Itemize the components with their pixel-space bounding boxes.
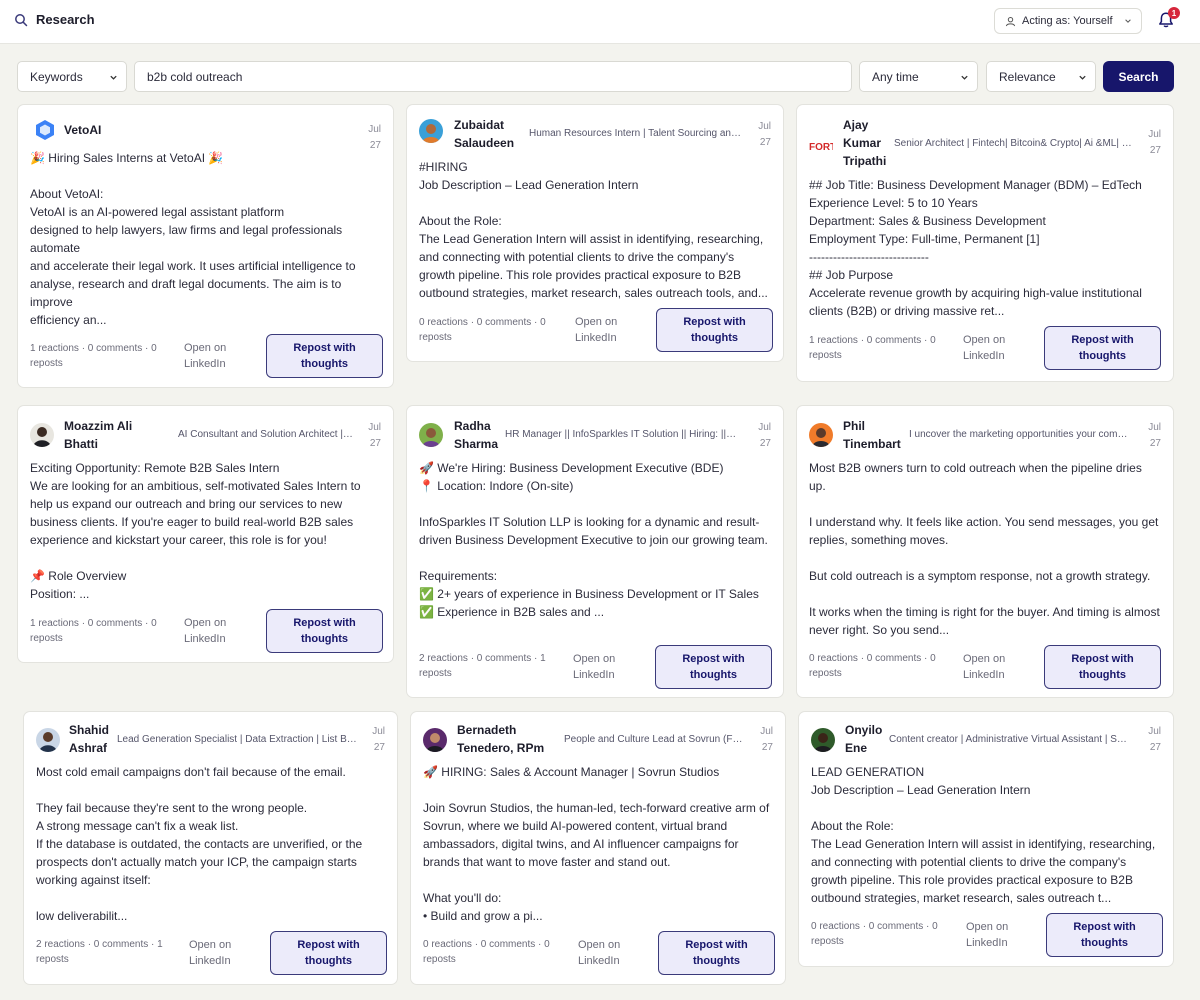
post-card: VetoAI Jul 27 🎉 Hiring Sales Interns at … xyxy=(17,104,394,388)
author-headline: Senior Architect | Fintech| Bitcoin& Cry… xyxy=(894,138,1132,149)
post-body: Most cold email campaigns don't fail bec… xyxy=(36,765,363,923)
open-on-linkedin-link[interactable]: Open on LinkedIn xyxy=(578,937,640,969)
post-body: Exciting Opportunity: Remote B2B Sales I… xyxy=(30,461,361,601)
fort-logo-icon: FORT xyxy=(809,133,833,157)
repost-with-thoughts-button[interactable]: Repost with thoughts xyxy=(266,609,383,653)
post-card: Shahid Ashraf Lead Generation Specialist… xyxy=(23,711,398,985)
search-type-select[interactable]: Keywords xyxy=(17,61,127,92)
user-icon xyxy=(1005,16,1016,26)
post-body: LEAD GENERATION Job Description – Lead G… xyxy=(811,765,1156,905)
search-type-value: Keywords xyxy=(30,69,83,84)
search-icon xyxy=(15,14,28,27)
author-name[interactable]: Phil Tinembart xyxy=(843,417,907,453)
post-date: Jul 27 xyxy=(1148,129,1161,156)
post-card: Radha Sharma HR Manager || InfoSparkles … xyxy=(406,405,784,698)
repost-with-thoughts-button[interactable]: Repost with thoughts xyxy=(655,645,772,689)
author-name[interactable]: Shahid Ashraf xyxy=(69,721,117,757)
post-card: Moazzim Ali Bhatti AI Consultant and Sol… xyxy=(17,405,394,663)
post-stats: 0 reactions · 0 comments · 0 reposts xyxy=(423,939,550,965)
author-headline: Lead Generation Specialist | Data Extrac… xyxy=(117,734,357,745)
hexagon-logo-icon xyxy=(34,119,56,141)
search-button[interactable]: Search xyxy=(1103,61,1174,92)
post-stats: 2 reactions · 0 comments · 1 reposts xyxy=(419,653,546,679)
post-stats: 2 reactions · 0 comments · 1 reposts xyxy=(36,939,163,965)
post-stats: 0 reactions · 0 comments · 0 reposts xyxy=(419,317,546,343)
avatar xyxy=(809,423,833,447)
post-date: Jul 27 xyxy=(368,422,381,449)
repost-with-thoughts-button[interactable]: Repost with thoughts xyxy=(1046,913,1163,957)
author-name[interactable]: Moazzim Ali Bhatti xyxy=(64,417,150,453)
avatar xyxy=(811,728,835,752)
post-date: Jul 27 xyxy=(758,121,771,148)
avatar xyxy=(423,728,447,752)
open-on-linkedin-link[interactable]: Open on LinkedIn xyxy=(963,332,1025,364)
post-stats: 1 reactions · 0 comments · 0 reposts xyxy=(809,335,936,361)
chevron-down-icon xyxy=(110,75,117,80)
post-date: Jul 27 xyxy=(372,726,385,753)
author-headline: I uncover the marketing opportunities yo… xyxy=(909,429,1131,440)
author-name[interactable]: Bernadeth Tenedero, RPm xyxy=(457,721,557,757)
post-stats: 0 reactions · 0 comments · 0 reposts xyxy=(811,921,938,947)
page-title: Research xyxy=(36,12,95,27)
author-headline: Content creator | Administrative Virtual… xyxy=(889,734,1132,745)
author-headline: Human Resources Intern | Talent Sourcing… xyxy=(529,128,741,139)
author-headline: People and Culture Lead at Sovrun (Forme… xyxy=(564,734,744,745)
sort-select[interactable]: Relevance xyxy=(986,61,1096,92)
post-card: Zubaidat Salaudeen Human Resources Inter… xyxy=(406,104,784,362)
open-on-linkedin-link[interactable]: Open on LinkedIn xyxy=(966,919,1028,951)
post-body: 🚀 HIRING: Sales & Account Manager | Sovr… xyxy=(423,765,770,923)
chevron-down-icon xyxy=(1125,19,1131,23)
sort-value: Relevance xyxy=(999,69,1056,84)
author-name[interactable]: Onyilo Ene xyxy=(845,721,891,757)
open-on-linkedin-link[interactable]: Open on LinkedIn xyxy=(573,651,635,683)
svg-text:FORT: FORT xyxy=(809,142,833,153)
post-body: 🚀 We're Hiring: Business Development Exe… xyxy=(419,461,768,619)
chevron-down-icon xyxy=(961,75,968,80)
notification-badge: 1 xyxy=(1168,7,1180,19)
repost-with-thoughts-button[interactable]: Repost with thoughts xyxy=(270,931,387,975)
open-on-linkedin-link[interactable]: Open on LinkedIn xyxy=(963,651,1025,683)
author-headline: HR Manager || InfoSparkles IT Solution |… xyxy=(505,429,741,440)
open-on-linkedin-link[interactable]: Open on LinkedIn xyxy=(184,340,246,372)
post-date: Jul 27 xyxy=(760,726,773,753)
post-card: FORT Ajay Kumar Tripathi Senior Architec… xyxy=(796,104,1174,382)
open-on-linkedin-link[interactable]: Open on LinkedIn xyxy=(189,937,251,969)
post-body: 🎉 Hiring Sales Interns at VetoAI 🎉 About… xyxy=(30,151,356,327)
repost-with-thoughts-button[interactable]: Repost with thoughts xyxy=(658,931,775,975)
top-bar: Research Acting as: Yourself 1 xyxy=(0,0,1200,44)
avatar xyxy=(30,423,54,447)
post-date: Jul 27 xyxy=(1148,422,1161,449)
post-body: ## Job Title: Business Development Manag… xyxy=(809,178,1142,318)
post-stats: 1 reactions · 0 comments · 0 reposts xyxy=(30,343,157,369)
repost-with-thoughts-button[interactable]: Repost with thoughts xyxy=(266,334,383,378)
time-filter-select[interactable]: Any time xyxy=(859,61,978,92)
acting-as-label: Acting as: Yourself xyxy=(1022,15,1113,27)
post-body: Most B2B owners turn to cold outreach wh… xyxy=(809,461,1160,637)
post-stats: 0 reactions · 0 comments · 0 reposts xyxy=(809,653,936,679)
post-card: Onyilo Ene Content creator | Administrat… xyxy=(798,711,1174,967)
repost-with-thoughts-button[interactable]: Repost with thoughts xyxy=(1044,326,1161,370)
avatar xyxy=(36,728,60,752)
repost-with-thoughts-button[interactable]: Repost with thoughts xyxy=(1044,645,1161,689)
post-stats: 1 reactions · 0 comments · 0 reposts xyxy=(30,618,157,644)
post-body: #HIRING Job Description – Lead Generatio… xyxy=(419,160,768,300)
avatar xyxy=(419,119,443,143)
acting-as-dropdown[interactable]: Acting as: Yourself xyxy=(994,8,1142,34)
post-card: Bernadeth Tenedero, RPm People and Cultu… xyxy=(410,711,786,985)
search-query-value: b2b cold outreach xyxy=(147,69,243,84)
post-card: Phil Tinembart I uncover the marketing o… xyxy=(796,405,1174,698)
post-date: Jul 27 xyxy=(758,422,771,449)
author-name[interactable]: Ajay Kumar Tripathi xyxy=(843,116,887,170)
chevron-down-icon xyxy=(1079,75,1086,80)
author-name[interactable]: VetoAI xyxy=(64,121,101,139)
post-date: Jul 27 xyxy=(1148,726,1161,753)
avatar xyxy=(419,423,443,447)
repost-with-thoughts-button[interactable]: Repost with thoughts xyxy=(656,308,773,352)
open-on-linkedin-link[interactable]: Open on LinkedIn xyxy=(575,314,637,346)
author-name[interactable]: Zubaidat Salaudeen xyxy=(454,116,532,152)
time-filter-value: Any time xyxy=(872,69,919,84)
search-input[interactable]: b2b cold outreach xyxy=(134,61,852,92)
open-on-linkedin-link[interactable]: Open on LinkedIn xyxy=(184,615,246,647)
author-headline: AI Consultant and Solution Architect | A… xyxy=(178,429,354,440)
